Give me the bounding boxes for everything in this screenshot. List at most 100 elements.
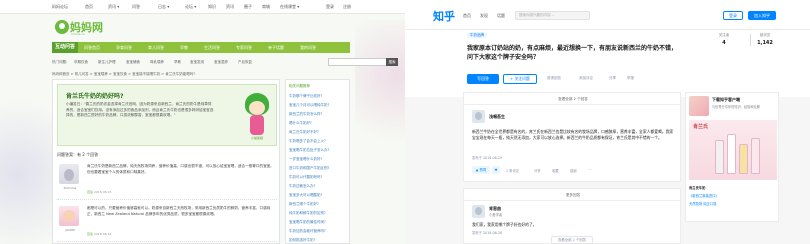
top-link[interactable]: 妈妈论坛 — [52, 4, 68, 10]
top-link[interactable]: 在线课堂 ▾ — [280, 4, 299, 10]
hot-topic-link[interactable]: 孕期饮食 — [74, 60, 88, 65]
nav-item[interactable]: 专家问答 — [236, 42, 252, 53]
answer-meta-label: 回答 — [87, 190, 94, 194]
collect-button[interactable]: 收藏 — [552, 168, 559, 173]
zhihu-logo[interactable]: 知乎 — [433, 8, 455, 24]
join-button[interactable]: 加入知乎 — [748, 11, 776, 20]
related-question-link[interactable]: 新西兰哪个牛奶好? — [289, 202, 319, 207]
related-question-link[interactable]: 宝宝多大可以喝酸奶? — [289, 193, 322, 198]
answer-text: 都是可以的，只要营养价值够高就可以。奶源来自新西兰天然牧场，采用新西兰优质奶牛的… — [87, 206, 271, 216]
related-question-link[interactable]: 纯牛奶和鲜牛奶的区别? — [289, 211, 326, 216]
related-question-link[interactable]: 进口牛奶和国产牛奶区别? — [289, 166, 329, 171]
top-link[interactable]: 问答 — [132, 4, 140, 10]
topic-tag[interactable]: 牛奶品牌 — [467, 32, 487, 38]
question-search-input[interactable]: 搜索 — [328, 58, 398, 66]
avatar[interactable] — [472, 205, 485, 218]
avatar[interactable] — [59, 164, 79, 184]
answer-meta: 回答 2018-08-16 — [87, 232, 111, 236]
question-title: 肯兰氏牛奶的奶好吗? — [66, 93, 124, 100]
answer-date: 2018-08-15 — [93, 190, 112, 194]
search-input[interactable]: 搜索你感兴趣的内容... — [515, 11, 590, 20]
related-question-link[interactable]: 肯兰氏牛奶好不好? — [289, 130, 319, 135]
login-button[interactable]: 登录 — [723, 11, 743, 20]
downvote-button[interactable]: ▼ — [492, 166, 500, 174]
related-question-link[interactable]: 牛奶可以代替奶粉吗? — [289, 175, 322, 180]
nav-item[interactable]: 亲子话题 — [268, 42, 284, 53]
top-link[interactable]: 论坛 ▾ — [185, 4, 196, 10]
nav-item[interactable]: 生活问答 — [204, 42, 220, 53]
comments-button[interactable]: 1 条评论 — [506, 168, 519, 173]
breadcrumb: 妈妈网首页 > 育儿问答 > 宝宝喂养 > 宝宝饮食 > 宝宝能不能喝牛奶 > … — [52, 72, 196, 76]
promo-product-image[interactable]: 肯兰氏 — [689, 120, 777, 180]
hot-topic-link[interactable]: 宝宝辅食 — [126, 60, 140, 65]
write-answer-button[interactable]: 写回答 — [467, 74, 499, 84]
top-link[interactable]: 资讯 — [226, 4, 234, 10]
answers-column: 查看全部 2 个回答 浅唱吾生 新西兰牛奶在全世界都是有名的，肯兰氏在新西兰也是… — [463, 92, 682, 244]
view-all-answers-button[interactable]: 查看全部 2 个回答 — [550, 236, 594, 244]
site-logo[interactable]: 妈妈网 mama.cn — [55, 18, 115, 40]
hot-topic-link[interactable]: 产后恢复 — [238, 60, 252, 65]
hot-topic-link[interactable]: 早教 — [174, 60, 181, 65]
related-question-link[interactable]: 宝宝喝牛奶拉肚子怎么办? — [289, 148, 329, 153]
nav-item[interactable]: 孕育问答 — [116, 42, 132, 53]
nav-item[interactable]: 我的问答 — [300, 42, 316, 53]
nav-item[interactable]: 育儿问答 — [148, 42, 164, 53]
nav-discover[interactable]: 发现 — [480, 13, 488, 19]
search-button[interactable]: 搜索 — [386, 58, 398, 66]
nav-section-home[interactable]: 互动问答 — [52, 42, 78, 53]
hot-topic-link[interactable]: 宝宝湿疹 — [214, 60, 228, 65]
hot-topic-link[interactable]: 宝宝发烧 — [190, 60, 204, 65]
login-link[interactable]: 登录 — [326, 4, 334, 10]
related-question-link[interactable]: 牛奶过敏怎么办? — [289, 184, 315, 189]
promo-line[interactable]: 《新西兰原装进口》 — [689, 193, 719, 198]
top-link[interactable]: 圈子 — [244, 4, 252, 10]
related-question-link[interactable]: 如何挑选好牛奶? — [289, 238, 315, 243]
mascot-face — [249, 101, 265, 115]
milk-bottle — [739, 144, 748, 174]
answer-count: 问题答案：有 2 个回答 — [57, 152, 99, 157]
top-link[interactable]: 首页 — [85, 4, 93, 10]
register-link[interactable]: 注册 — [343, 4, 351, 10]
top-link[interactable]: 商城 — [262, 4, 270, 10]
upvote-button[interactable]: ▲ 赞同 — [472, 166, 490, 174]
add-comment-button[interactable]: 添加评论 — [579, 76, 593, 81]
share-button[interactable]: 分享 — [534, 168, 541, 173]
top-link[interactable]: 知识 — [208, 4, 216, 10]
top-link[interactable]: 资讯 ▾ — [108, 4, 119, 10]
top-link[interactable]: 日志 ▾ — [158, 4, 169, 10]
related-question-link[interactable]: 牛奶哪个牌子比较好? — [289, 94, 322, 99]
related-question-link[interactable]: 牛奶加热会破坏营养吗? — [289, 229, 326, 234]
avatar[interactable] — [59, 206, 79, 226]
related-question-link[interactable]: 喝什么牛奶好? — [289, 121, 312, 126]
related-question-link[interactable]: 宝宝几个月可以喝纯牛奶? — [289, 103, 329, 108]
site-header: 妈妈网 mama.cn — [0, 14, 405, 42]
nav-home[interactable]: 首页 — [463, 13, 471, 19]
views-count: 1,142 — [757, 40, 773, 46]
nav-item[interactable]: 问答首页 — [84, 42, 100, 53]
follow-question-button[interactable]: + 关注问题 — [503, 74, 537, 84]
related-question-link[interactable]: 一岁宝宝喝什么奶好? — [289, 157, 322, 162]
related-question-link[interactable]: 宝宝喝牛奶的最佳时间? — [289, 220, 326, 225]
avatar[interactable] — [472, 110, 485, 123]
answer-author[interactable]: jzk688 — [57, 228, 83, 232]
share-button[interactable]: 分享 — [609, 76, 616, 81]
milk-bottle — [751, 138, 760, 174]
related-question-link[interactable]: 新西兰的牛奶怎么样? — [289, 112, 322, 117]
invite-answer-button[interactable]: 邀请回答 — [547, 76, 561, 81]
views-stat: 被浏览 1,142 — [753, 33, 777, 46]
all-answers-link[interactable]: 查看全部 2 个回答 — [464, 93, 682, 105]
more-actions-button[interactable]: ··· — [588, 168, 591, 172]
report-button[interactable]: 举报 — [627, 76, 634, 81]
question-title: 我家原本订奶站的奶，有点麻烦，最近想换一下，有朋友说新西兰的牛奶不错，问下大家这… — [467, 45, 678, 61]
promo-title[interactable]: 下载知乎客户端 — [712, 97, 740, 103]
promo-line[interactable]: 天然牧场 纯正口感 — [689, 201, 716, 206]
nav-item[interactable]: 早教 — [180, 42, 188, 53]
related-question-link[interactable]: 牛奶喝多了会不会上火? — [289, 139, 326, 144]
zhihu-top-bar: 知乎 首页 发现 话题 搜索你感兴趣的内容... 登录 加入知乎 — [405, 0, 810, 30]
answer-author[interactable]: 浅唱吾生 — [489, 114, 505, 120]
hot-topic-link[interactable]: 母乳喂养 — [150, 60, 164, 65]
thanks-button[interactable]: 感谢 — [570, 168, 577, 173]
nav-topics[interactable]: 话题 — [497, 13, 505, 19]
hot-topic-link[interactable]: 新生儿护理 — [98, 60, 116, 65]
answer-author[interactable]: Nicholas — [57, 186, 83, 190]
